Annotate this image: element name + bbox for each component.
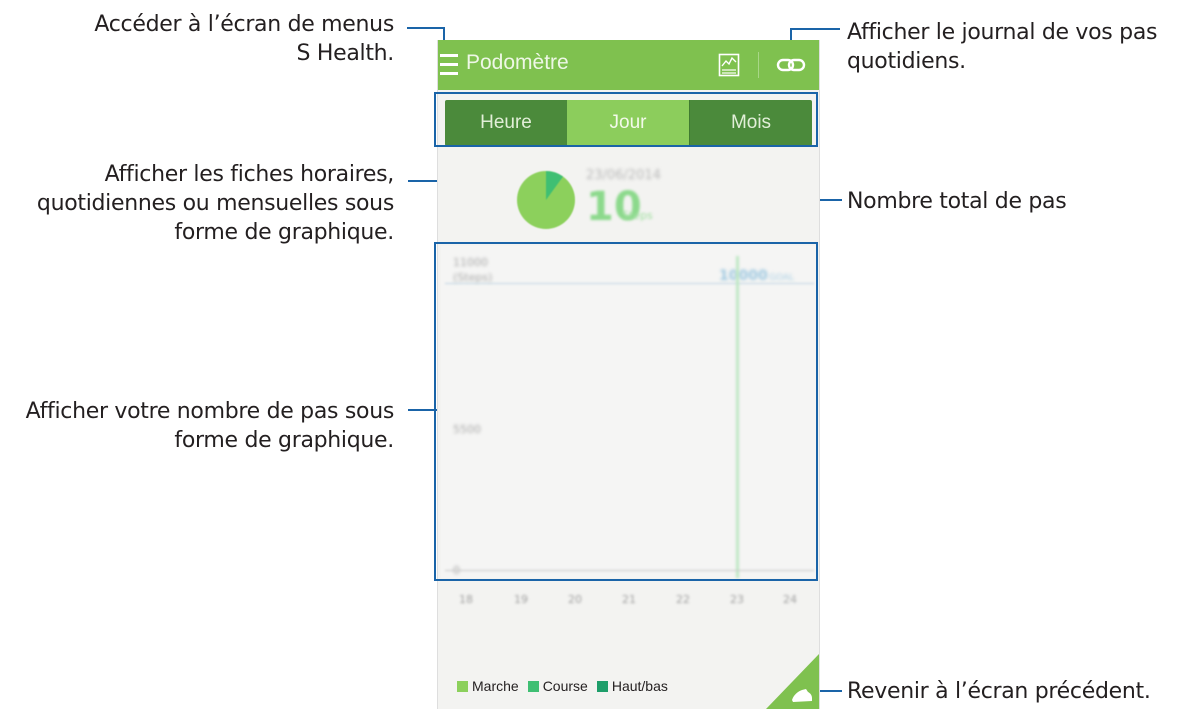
- annotation-tabs: Afficher les fiches horaires, quotidienn…: [37, 160, 394, 247]
- x-tick: 21: [622, 593, 636, 606]
- leader-menu-h: [407, 27, 445, 29]
- x-tick: 20: [568, 593, 582, 606]
- legend-label-marche: Marche: [472, 678, 519, 694]
- hamburger-menu-icon[interactable]: [440, 54, 458, 76]
- app-title: Podomètre: [466, 51, 569, 74]
- annotation-log: Afficher le journal de vos pas quotidien…: [847, 18, 1157, 76]
- annotation-log-line-2: quotidiens.: [847, 49, 966, 74]
- annotation-tabs-line-2: quotidiennes ou mensuelles sous: [36, 191, 394, 216]
- annotation-total: Nombre total de pas: [847, 187, 1067, 216]
- annotation-menu-line-1: Accéder à l’écran de menus: [94, 12, 394, 37]
- summary-date: 23/06/2014: [586, 168, 661, 183]
- annotation-menu-line-2: S Health.: [296, 41, 395, 66]
- legend-swatch-course: [527, 680, 539, 692]
- annotation-graph: Afficher votre nombre de pas sous forme …: [25, 397, 395, 455]
- annotation-log-line-1: Afficher le journal de vos pas: [847, 20, 1158, 45]
- highlight-tabs: [434, 92, 818, 147]
- annotation-graph-line-1: Afficher votre nombre de pas sous: [25, 399, 395, 424]
- x-tick: 24: [783, 593, 797, 606]
- link-icon[interactable]: [773, 52, 809, 78]
- legend-item-course: Course: [527, 678, 588, 694]
- step-count: 10: [586, 184, 642, 230]
- x-tick: 19: [514, 593, 528, 606]
- x-tick: 22: [676, 593, 690, 606]
- chart-log-icon[interactable]: [718, 53, 740, 77]
- legend-label-course: Course: [542, 678, 588, 694]
- activity-legend: Marche Course Haut/bas: [457, 677, 677, 695]
- legend-item-haut-bas: Haut/bas: [596, 678, 668, 694]
- back-button[interactable]: [766, 654, 819, 709]
- step-unit: Steps: [622, 209, 653, 222]
- annotation-total-line-1: Nombre total de pas: [847, 189, 1067, 214]
- legend-label-haut-bas: Haut/bas: [611, 678, 668, 694]
- action-bar: Podomètre: [438, 40, 819, 90]
- legend-swatch-marche: [457, 680, 468, 692]
- annotation-tabs-line-1: Afficher les fiches horaires,: [104, 162, 395, 187]
- annotation-graph-line-2: forme de graphique.: [174, 428, 394, 453]
- legend-swatch-haut-bas: [596, 680, 608, 692]
- highlight-graph: [434, 242, 818, 581]
- step-summary: 23/06/2014 10 Steps: [438, 155, 819, 245]
- annotation-back: Revenir à l’écran précédent.: [847, 677, 1151, 706]
- legend-item-marche: Marche: [457, 678, 519, 694]
- annotation-menu: Accéder à l’écran de menus S Health.: [94, 10, 394, 68]
- x-tick: 18: [459, 593, 473, 606]
- progress-pie: [517, 171, 575, 229]
- annotation-tabs-line-3: forme de graphique.: [174, 220, 394, 245]
- action-bar-separator: [758, 52, 759, 78]
- leader-log-h: [790, 28, 840, 30]
- annotation-back-line-1: Revenir à l’écran précédent.: [847, 679, 1151, 704]
- x-axis: 18 19 20 21 22 23 24: [438, 593, 819, 613]
- x-tick: 23: [730, 593, 744, 606]
